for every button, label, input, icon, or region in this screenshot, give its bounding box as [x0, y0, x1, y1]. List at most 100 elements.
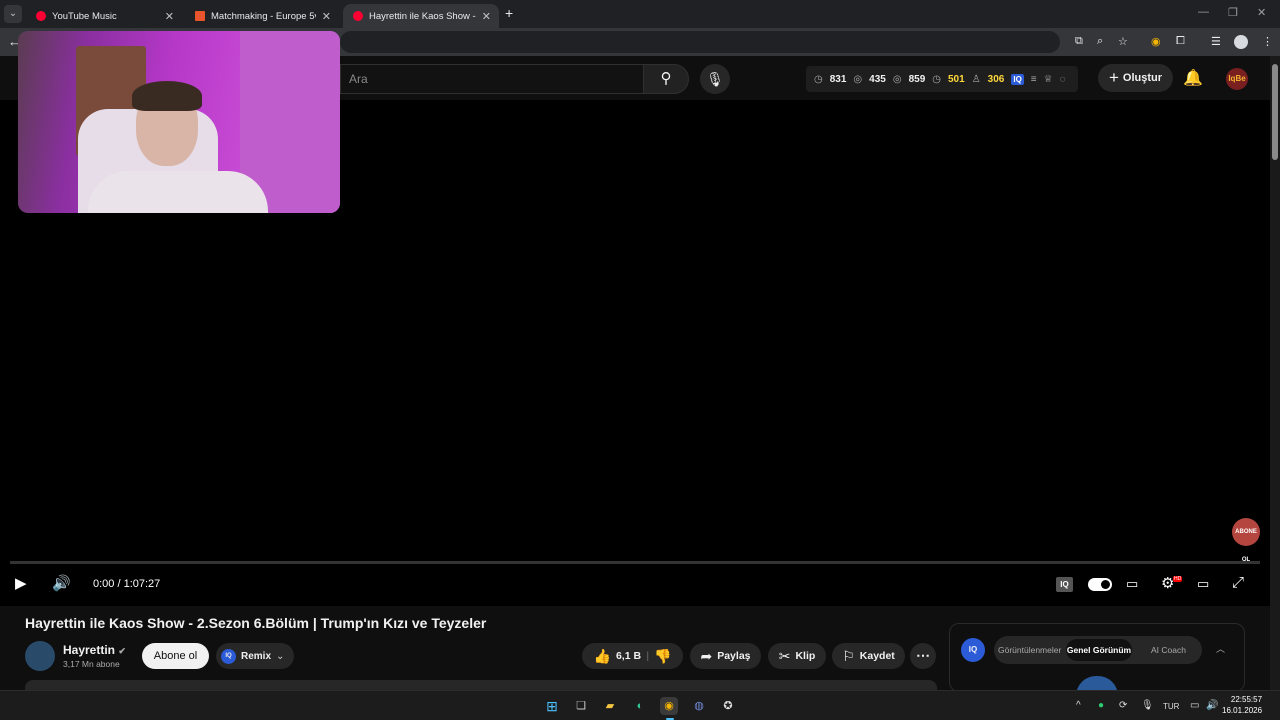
faceit-icon	[195, 11, 205, 21]
search-button[interactable]: ⚲	[643, 64, 689, 94]
windows-start-icon[interactable]: ⊞	[543, 697, 561, 715]
youtube-icon	[353, 11, 363, 21]
verified-check-icon: ✔	[118, 646, 126, 656]
subscribe-watermark-badge[interactable]: ABONE OL	[1232, 518, 1260, 563]
scissors-icon: ✂	[778, 647, 791, 664]
divider: |	[646, 650, 650, 662]
hd-badge: HD	[1173, 576, 1183, 582]
like-count[interactable]: 6,1 B	[616, 650, 641, 662]
tray-app-icon[interactable]: ●	[1098, 700, 1104, 711]
profile-avatar[interactable]	[1234, 35, 1248, 49]
channel-name-row[interactable]: Hayrettin ✔	[63, 643, 126, 657]
extension-stats-bar: ◷ 831 ◎ 435 ◎ 859 ◷ 501 ♙ 306 IQ ≡ ♕ ◌	[806, 66, 1078, 92]
share-button[interactable]: ➦ Paylaş	[690, 643, 761, 669]
close-tab-icon[interactable]: ✕	[322, 10, 331, 23]
minimize-icon[interactable]: —	[1198, 6, 1209, 18]
extensions-puzzle-icon[interactable]: ⧠	[1176, 35, 1185, 48]
trophy-icon[interactable]: ♕	[1044, 74, 1053, 85]
chevron-up-icon[interactable]: ︿	[1216, 642, 1225, 655]
iq-player-button[interactable]: IQ	[1056, 577, 1073, 592]
youtube-music-icon	[36, 11, 46, 21]
create-button[interactable]: + Oluştur	[1098, 64, 1173, 92]
extension-color-icon[interactable]: ◉	[1151, 35, 1161, 48]
subscribe-button[interactable]: Abone ol	[142, 643, 209, 669]
autoplay-toggle[interactable]	[1088, 578, 1112, 591]
keyboard-language[interactable]: TUR	[1163, 702, 1179, 711]
channel-avatar[interactable]	[25, 641, 55, 671]
tray-sync-icon[interactable]: ⟳	[1119, 700, 1127, 711]
tray-expand-icon[interactable]: ^	[1076, 700, 1081, 711]
browser-tab-strip: ⌄ YouTube Music ✕ Matchmaking - Europe 5…	[0, 0, 1280, 28]
iq-extension-icon[interactable]: IQ	[1011, 73, 1024, 85]
task-view-icon[interactable]: ❏	[572, 697, 590, 715]
tab-search-icon[interactable]: ⌄	[4, 5, 22, 23]
clock-gold-icon: ◷	[932, 73, 941, 85]
tab-goruntulenmeler[interactable]: Görüntülenmeler	[998, 645, 1061, 655]
video-time: 0:00 / 1:07:27	[93, 578, 161, 590]
network-icon[interactable]: ▭	[1190, 700, 1199, 711]
browser-menu-icon[interactable]: ⋮	[1262, 35, 1273, 48]
system-clock[interactable]: 22:55:57 16.01.2026	[1222, 694, 1262, 716]
tray-mic-icon[interactable]: 🎙	[1141, 700, 1154, 711]
thumbs-up-icon[interactable]: 👍	[594, 648, 611, 665]
address-bar[interactable]	[340, 31, 1060, 53]
fullscreen-icon[interactable]: ⤢	[1232, 574, 1244, 591]
thumbs-down-icon[interactable]: 👎	[654, 648, 671, 665]
chrome-icon[interactable]: ◉	[660, 697, 678, 715]
remix-button[interactable]: IQ Remix ⌄	[216, 643, 294, 669]
person-gold-icon: ♙	[971, 73, 981, 85]
speaker-icon[interactable]: 🔊	[1206, 700, 1218, 711]
stat-value: 435	[869, 73, 886, 85]
media-control-icon[interactable]: ☰	[1211, 35, 1221, 48]
share-label: Paylaş	[717, 650, 751, 662]
zoom-icon[interactable]: ⌕	[1097, 35, 1103, 48]
channel-name[interactable]: Hayrettin	[63, 643, 115, 657]
edge-icon[interactable]: ◐	[631, 697, 649, 715]
close-tab-icon[interactable]: ✕	[482, 10, 491, 23]
search-input[interactable]: Ara	[340, 64, 643, 94]
tab-genel-gorunum[interactable]: Genel Görünüm	[1066, 639, 1132, 661]
chevron-down-icon: ⌄	[276, 650, 285, 662]
voice-search-button[interactable]: 🎙	[700, 64, 730, 94]
windows-taskbar: ⊞ ❏ ▰ ◐ ◉ ◍ ✪ ^ ● ⟳ 🎙 TUR ▭ 🔊 22:55:57 1…	[0, 690, 1280, 720]
iq-side-panel: IQ Görüntülenmeler Genel Görünüm AI Coac…	[949, 623, 1245, 696]
tab-youtube-music[interactable]: YouTube Music ✕	[26, 4, 182, 28]
tab-matchmaking[interactable]: Matchmaking - Europe 5v5 Qu ✕	[185, 4, 339, 28]
scrollbar-thumb[interactable]	[1272, 64, 1278, 160]
list-icon[interactable]: ≡	[1031, 74, 1037, 85]
like-dislike-group: 👍 6,1 B | 👎	[582, 643, 683, 669]
video-title: Hayrettin ile Kaos Show - 2.Sezon 6.Bölü…	[25, 615, 487, 631]
tab-hayrettin-video[interactable]: Hayrettin ile Kaos Show - 2.Sez ✕	[343, 4, 499, 28]
volume-icon[interactable]: 🔊	[52, 574, 71, 592]
clip-button[interactable]: ✂ Klip	[768, 643, 826, 669]
notifications-bell-icon[interactable]: 🔔	[1183, 68, 1203, 88]
steam-icon[interactable]: ✪	[719, 697, 737, 715]
theater-mode-icon[interactable]: ▭	[1197, 576, 1209, 592]
discord-icon[interactable]: ◍	[690, 697, 708, 715]
maximize-icon[interactable]: ❐	[1228, 6, 1238, 19]
eye-icon: ◎	[892, 73, 902, 85]
more-actions-icon[interactable]: ⋯	[910, 643, 936, 669]
subtitles-icon[interactable]: ▭	[1126, 576, 1138, 592]
close-window-icon[interactable]: ✕	[1257, 6, 1266, 19]
subscriber-count: 3,17 Mn abone	[63, 659, 120, 669]
clip-label: Klip	[795, 650, 816, 662]
stat-value: 859	[908, 73, 926, 85]
save-button[interactable]: ⚐ Kaydet	[832, 643, 905, 669]
stat-value: 306	[987, 73, 1005, 85]
tab-ai-coach[interactable]: AI Coach	[1151, 645, 1186, 655]
install-app-icon[interactable]: ⧉	[1075, 35, 1083, 48]
panel-tab-switcher: Görüntülenmeler Genel Görünüm AI Coach	[994, 636, 1202, 664]
video-progress-bar[interactable]	[10, 561, 1260, 564]
file-explorer-icon[interactable]: ▰	[601, 697, 619, 715]
eye-icon: ◎	[853, 73, 863, 85]
bookmark-icon: ⚐	[842, 647, 855, 664]
chat-icon[interactable]: ◌	[1060, 74, 1066, 85]
webcam-person-body	[88, 171, 268, 213]
account-avatar[interactable]: IqBe	[1226, 68, 1248, 90]
new-tab-button[interactable]: +	[505, 5, 513, 21]
search-placeholder: Ara	[349, 72, 368, 86]
close-tab-icon[interactable]: ✕	[165, 10, 174, 23]
bookmark-star-icon[interactable]: ☆	[1118, 35, 1128, 48]
play-icon[interactable]: ▶	[15, 574, 27, 592]
